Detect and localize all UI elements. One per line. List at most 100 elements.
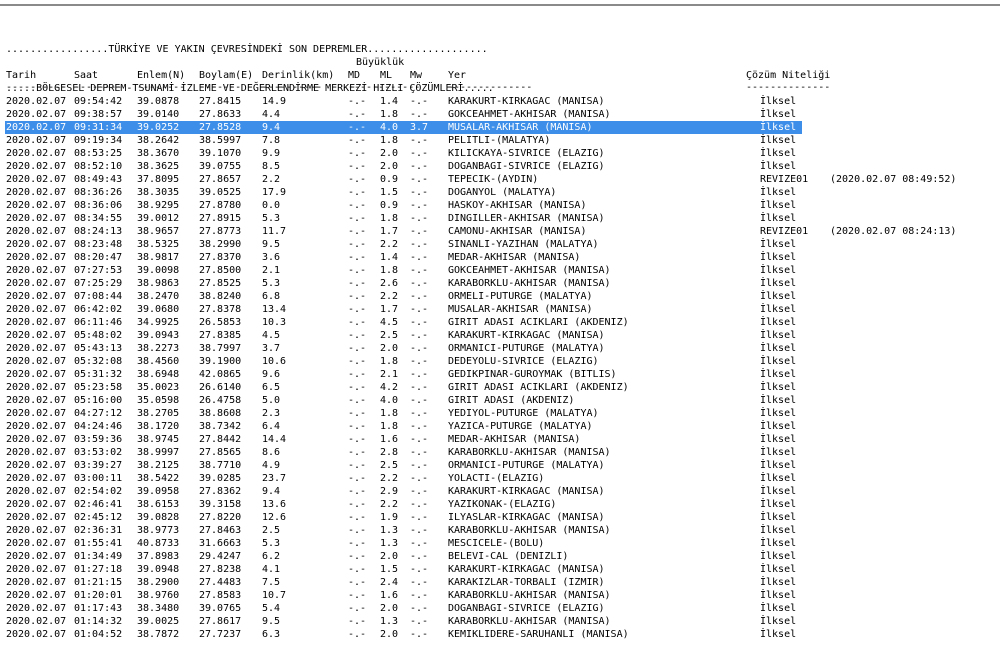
md-cell: -.- (348, 382, 367, 393)
lat-cell: 38.9657 (137, 226, 180, 237)
table-row[interactable]: 2020.02.07 01:17:43 38.3480 39.0765 5.4 -.- 2.… (0, 602, 1000, 615)
date-cell: 2020.02.07 (6, 213, 67, 224)
md-cell: -.- (348, 512, 367, 523)
depth-header: Derinlik(km) (262, 70, 335, 81)
table-row[interactable]: 2020.02.07 08:36:26 38.3035 39.0525 17.9 -.- 1… (0, 186, 1000, 199)
location-cell: GIRIT ADASI ACIKLARI (AKDENIZ) (448, 317, 629, 328)
table-row[interactable]: 2020.02.07 05:16:00 35.0598 26.4758 5.0 -.- 4.… (0, 394, 1000, 407)
table-row[interactable]: 2020.02.07 09:31:34 39.0252 27.8528 9.4 -.- 4.… (0, 121, 1000, 134)
table-row[interactable]: 2020.02.07 08:24:13 38.9657 27.8773 11.7 -.- 1… (0, 225, 1000, 238)
date-cell: 2020.02.07 (6, 421, 67, 432)
lon-cell: 27.8915 (199, 213, 242, 224)
table-row[interactable]: 2020.02.07 01:14:32 39.0025 27.8617 9.5 -.- 1.… (0, 615, 1000, 628)
lon-cell: 39.0765 (199, 603, 242, 614)
table-row[interactable]: 2020.02.07 07:27:53 39.0098 27.8500 2.1 -.- 1.… (0, 264, 1000, 277)
solution-cell: İlksel (760, 551, 797, 562)
lat-cell: 38.9760 (137, 590, 180, 601)
ml-cell: 0.9 (380, 200, 399, 211)
table-row[interactable]: 2020.02.07 01:27:18 39.0948 27.8238 4.1 -.- 1.… (0, 563, 1000, 576)
md-cell: -.- (348, 148, 367, 159)
solution-cell: İlksel (760, 343, 797, 354)
time-cell: 07:27:53 (74, 265, 123, 276)
location-cell: DOGANBAGI-SIVRICE (ELAZIG) (448, 603, 605, 614)
depth-cell: 13.6 (262, 499, 287, 510)
ml-cell: 2.2 (380, 291, 399, 302)
location-cell: SINANLI-YAZIHAN (MALATYA) (448, 239, 599, 250)
table-row[interactable]: 2020.02.07 05:23:58 35.0023 26.6140 6.5 -.- 4.… (0, 381, 1000, 394)
table-row[interactable]: 2020.02.07 09:38:57 39.0140 27.8633 4.4 -.- 1.… (0, 108, 1000, 121)
mw-cell: -.- (410, 408, 429, 419)
lon-cell: 38.8240 (199, 291, 242, 302)
md-cell: -.- (348, 460, 367, 471)
mw-cell: -.- (410, 369, 429, 380)
date-cell: 2020.02.07 (6, 538, 67, 549)
table-row[interactable]: 2020.02.07 02:46:41 38.6153 39.3158 13.6 -.- 2… (0, 498, 1000, 511)
table-row[interactable]: 2020.02.07 07:08:44 38.2470 38.8240 6.8 -.- 2.… (0, 290, 1000, 303)
solution-cell: İlksel (760, 460, 797, 471)
ml-cell: 4.0 (380, 122, 399, 133)
ml-cell: 1.8 (380, 408, 399, 419)
lon-cell: 27.8362 (199, 486, 242, 497)
md-cell: -.- (348, 434, 367, 445)
table-row[interactable]: 2020.02.07 08:34:55 39.0012 27.8915 5.3 -.- 1.… (0, 212, 1000, 225)
depth-cell: 13.4 (262, 304, 287, 315)
ml-cell: 2.2 (380, 239, 399, 250)
lat-cell: 39.0878 (137, 96, 180, 107)
depth-cell: 5.0 (262, 395, 281, 406)
table-row[interactable]: 2020.02.07 03:59:36 38.9745 27.8442 14.4 -.- 1… (0, 433, 1000, 446)
table-row[interactable]: 2020.02.07 05:43:13 38.2273 38.7997 3.7 -.- 2.… (0, 342, 1000, 355)
table-row[interactable]: 2020.02.07 01:21:15 38.2900 27.4483 7.5 -.- 2.… (0, 576, 1000, 589)
date-cell: 2020.02.07 (6, 395, 67, 406)
table-row[interactable]: 2020.02.07 08:23:48 38.5325 38.2990 9.5 -.- 2.… (0, 238, 1000, 251)
depth-cell: 2.2 (262, 174, 281, 185)
table-row[interactable]: 2020.02.07 08:53:25 38.3670 39.1070 9.9 -.- 2.… (0, 147, 1000, 160)
lat-cell: 38.6153 (137, 499, 180, 510)
table-row[interactable]: 2020.02.07 02:54:02 39.0958 27.8362 9.4 -.- 2.… (0, 485, 1000, 498)
table-row[interactable]: 2020.02.07 05:31:32 38.6948 42.0865 9.6 -.- 2.… (0, 368, 1000, 381)
table-row[interactable]: 2020.02.07 03:53:02 38.9997 27.8565 8.6 -.- 2.… (0, 446, 1000, 459)
lat-cell: 35.0023 (137, 382, 180, 393)
table-row[interactable]: 2020.02.07 01:20:01 38.9760 27.8583 10.7 -.- 1… (0, 589, 1000, 602)
md-cell: -.- (348, 447, 367, 458)
ml-cell: 2.2 (380, 499, 399, 510)
mw-cell: -.- (410, 551, 429, 562)
ml-cell: 4.0 (380, 395, 399, 406)
date-cell: 2020.02.07 (6, 369, 67, 380)
location-cell: CAMONU-AKHISAR (MANISA) (448, 226, 587, 237)
table-row[interactable]: 2020.02.07 09:19:34 38.2642 38.5997 7.8 -.- 1.… (0, 134, 1000, 147)
table-row[interactable]: 2020.02.07 01:55:41 40.8733 31.6663 5.3 -.- 1.… (0, 537, 1000, 550)
table-row[interactable]: 2020.02.07 01:04:52 38.7872 27.7237 6.3 -.- 2.… (0, 628, 1000, 641)
table-row[interactable]: 2020.02.07 05:32:08 38.4560 39.1900 10.6 -.- 1… (0, 355, 1000, 368)
depth-separator: ---------- (262, 82, 323, 93)
table-row[interactable]: 2020.02.07 08:49:43 37.8095 27.8657 2.2 -.- 0.… (0, 173, 1000, 186)
time-cell: 09:31:34 (74, 122, 123, 133)
md-cell: -.- (348, 317, 367, 328)
md-cell: -.- (348, 395, 367, 406)
lat-cell: 38.2642 (137, 135, 180, 146)
table-row[interactable]: 2020.02.07 04:27:12 38.2705 38.8608 2.3 -.- 1.… (0, 407, 1000, 420)
table-row[interactable]: 2020.02.07 08:20:47 38.9817 27.8370 3.6 -.- 1.… (0, 251, 1000, 264)
table-row[interactable]: 2020.02.07 01:34:49 37.8983 29.4247 6.2 -.- 2.… (0, 550, 1000, 563)
md-cell: -.- (348, 356, 367, 367)
table-row[interactable]: 2020.02.07 02:45:12 39.0828 27.8220 12.6 -.- 1… (0, 511, 1000, 524)
table-row[interactable]: 2020.02.07 06:42:02 39.0680 27.8378 13.4 -.- 1… (0, 303, 1000, 316)
table-row[interactable]: 2020.02.07 04:24:46 38.1720 38.7342 6.4 -.- 1.… (0, 420, 1000, 433)
location-cell: KARAKIZLAR-TORBALI (IZMIR) (448, 577, 605, 588)
table-row[interactable]: 2020.02.07 06:11:46 34.9925 26.5853 10.3 -.- 4… (0, 316, 1000, 329)
table-row[interactable]: 2020.02.07 03:00:11 38.5422 39.0285 23.7 -.- 2… (0, 472, 1000, 485)
time-cell: 08:36:26 (74, 187, 123, 198)
lat-cell: 38.5422 (137, 473, 180, 484)
table-row[interactable]: 2020.02.07 09:54:42 39.0878 27.8415 14.9 -.- 1… (0, 95, 1000, 108)
table-row[interactable]: 2020.02.07 08:36:06 38.9295 27.8780 0.0 -.- 0.… (0, 199, 1000, 212)
table-row[interactable]: 2020.02.07 03:39:27 38.2125 38.7710 4.9 -.- 2.… (0, 459, 1000, 472)
table-row[interactable]: 2020.02.07 07:25:29 38.9863 27.8525 5.3 -.- 2.… (0, 277, 1000, 290)
lon-cell: 27.7237 (199, 629, 242, 640)
table-row[interactable]: 2020.02.07 05:48:02 39.0943 27.8385 4.5 -.- 2.… (0, 329, 1000, 342)
table-row[interactable]: 2020.02.07 02:36:31 38.9773 27.8463 2.5 -.- 1.… (0, 524, 1000, 537)
time-cell: 02:36:31 (74, 525, 123, 536)
table-row[interactable]: 2020.02.07 08:52:10 38.3625 39.0755 8.5 -.- 2.… (0, 160, 1000, 173)
date-cell: 2020.02.07 (6, 278, 67, 289)
mw-cell: -.- (410, 252, 429, 263)
solution-cell: İlksel (760, 447, 797, 458)
depth-cell: 9.4 (262, 486, 281, 497)
